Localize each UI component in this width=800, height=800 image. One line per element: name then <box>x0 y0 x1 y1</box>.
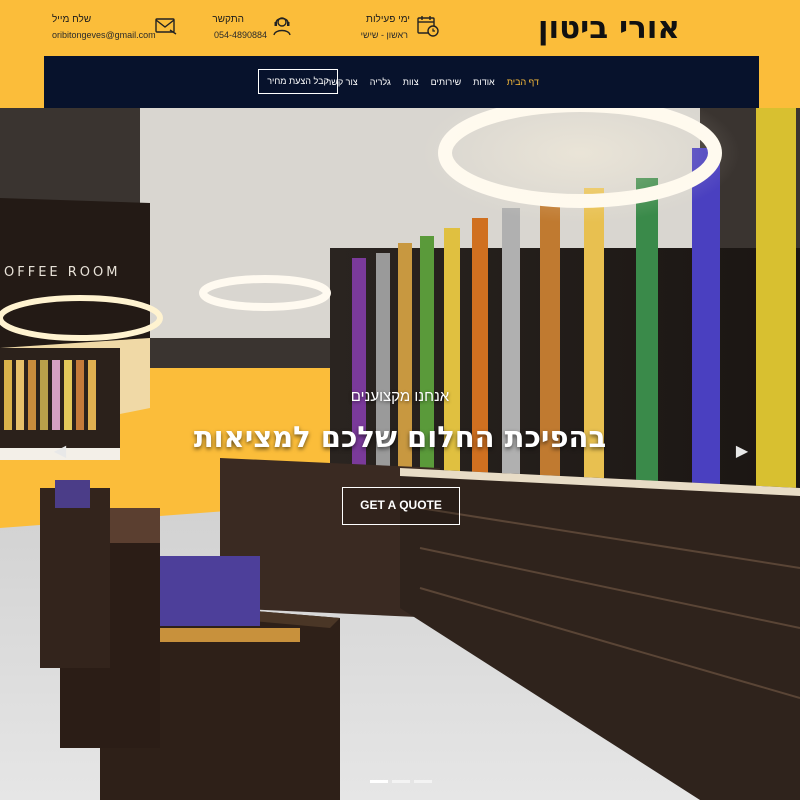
get-quote-button[interactable]: GET A QUOTE <box>342 487 460 525</box>
brand-logo[interactable]: אורי ביטון <box>520 8 680 48</box>
nav-item-home[interactable]: דף הבית <box>507 77 539 87</box>
phone-support-icon <box>273 17 291 36</box>
top-bar: אורי ביטון ימי פעילות ראשון - שישי התקשר… <box>0 0 800 57</box>
email-label: שלח מייל <box>52 14 92 25</box>
slider-prev-arrow-icon[interactable]: ◀ <box>52 442 68 462</box>
hours-info: ימי פעילות ראשון - שישי <box>361 12 446 44</box>
email-info: שלח מייל oribitongeves@gmail.com <box>52 12 180 44</box>
hours-value: ראשון - שישי <box>360 30 408 40</box>
phone-number[interactable]: 054-4890884 <box>214 30 267 40</box>
nav-item-gallery[interactable]: גלריה <box>370 77 391 87</box>
hero-background-image: OFFEE ROOM <box>0 108 800 800</box>
nav-item-team[interactable]: צוות <box>403 77 419 87</box>
nav-item-about[interactable]: אודות <box>473 77 495 87</box>
nav-item-services[interactable]: שירותים <box>431 77 462 87</box>
phone-label: התקשר <box>212 14 244 25</box>
email-address[interactable]: oribitongeves@gmail.com <box>52 30 156 40</box>
main-navigation: דף הבית אודות שירותים צוות גלריה צור קשר… <box>44 56 759 108</box>
svg-text:OFFEE ROOM: OFFEE ROOM <box>4 265 120 280</box>
hero-subtitle: אנחנו מקצוענים <box>350 388 450 405</box>
email-icon <box>155 18 177 35</box>
slider-next-arrow-icon[interactable]: ▶ <box>734 442 750 462</box>
nav-links: דף הבית אודות שירותים צוות גלריה צור קשר <box>326 56 539 108</box>
slider-pagination <box>370 780 432 783</box>
slider-dot[interactable] <box>392 780 410 783</box>
slider-dot[interactable] <box>414 780 432 783</box>
hero-title: בהפיכת החלום שלכם למציאות <box>193 420 607 454</box>
slider-dot[interactable] <box>370 780 388 783</box>
get-quote-nav-button[interactable]: קבל הצעת מחיר <box>258 69 338 94</box>
calendar-clock-icon <box>417 16 439 37</box>
hero-slider: OFFEE ROOM אנחנו מקצוענים בהפיכת החלום ש… <box>0 108 800 800</box>
hours-label: ימי פעילות <box>366 14 410 25</box>
phone-info: התקשר 054-4890884 <box>212 12 296 44</box>
